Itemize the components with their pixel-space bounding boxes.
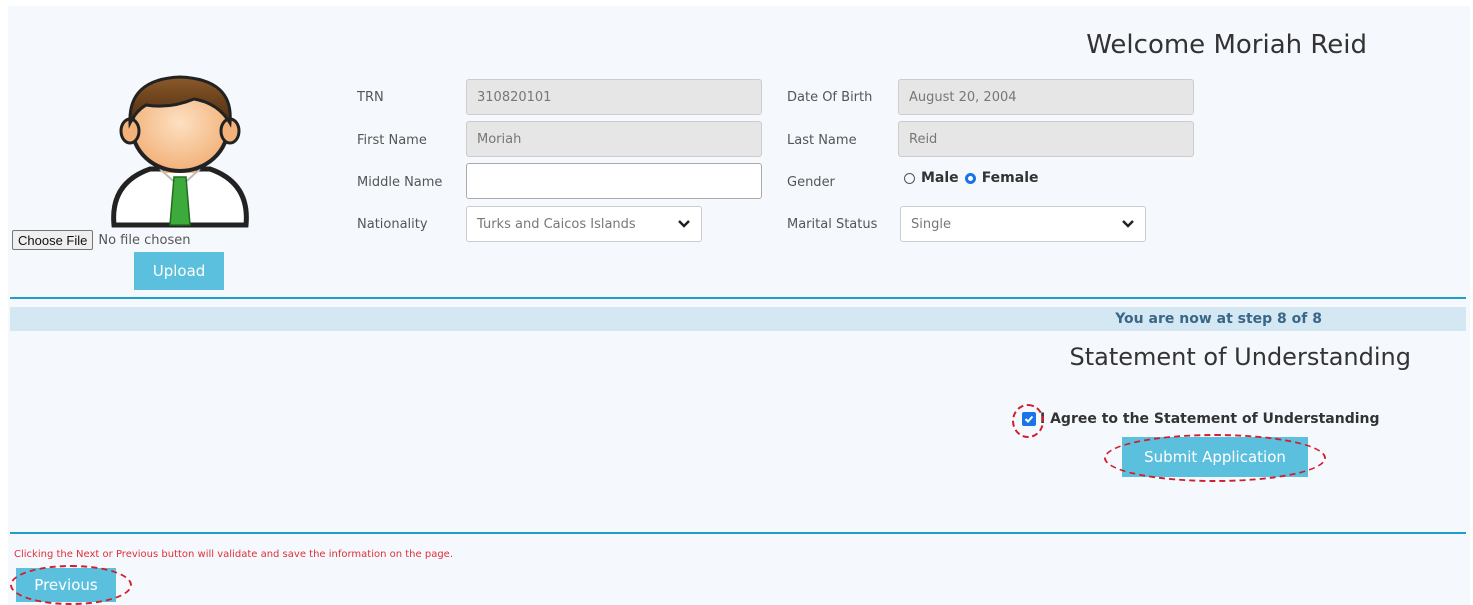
checkmark-icon bbox=[1024, 415, 1034, 423]
welcome-heading: Welcome Moriah Reid bbox=[1086, 30, 1367, 60]
gender-male-label: Male bbox=[921, 170, 959, 186]
step-progress-bar: You are now at step 8 of 8 bbox=[10, 307, 1466, 331]
nationality-label: Nationality bbox=[357, 217, 428, 232]
first-name-field[interactable]: Moriah bbox=[466, 121, 762, 157]
nationality-select[interactable]: Turks and Caicos Islands bbox=[466, 206, 702, 242]
no-file-text: No file chosen bbox=[98, 232, 191, 248]
marital-status-value: Single bbox=[911, 216, 951, 232]
choose-file-button[interactable]: Choose File bbox=[12, 230, 94, 250]
gender-male-radio[interactable] bbox=[904, 172, 915, 184]
trn-label: TRN bbox=[357, 90, 384, 105]
agree-checkbox[interactable] bbox=[1022, 412, 1036, 426]
step-indicator: You are now at step 8 of 8 bbox=[1115, 311, 1322, 327]
section-divider bbox=[10, 297, 1466, 299]
chevron-down-icon bbox=[678, 220, 690, 228]
gender-radio-group: Male Female bbox=[904, 170, 1039, 186]
agree-label: I Agree to the Statement of Understandin… bbox=[1040, 411, 1380, 427]
validation-note: Clicking the Next or Previous button wil… bbox=[14, 549, 454, 560]
middle-name-label: Middle Name bbox=[357, 175, 443, 190]
file-chooser: Choose File No file chosen bbox=[12, 230, 190, 250]
first-name-label: First Name bbox=[357, 133, 427, 148]
chevron-down-icon bbox=[1122, 220, 1134, 228]
gender-label: Gender bbox=[787, 175, 835, 190]
gender-female-label: Female bbox=[981, 170, 1039, 186]
statement-title: Statement of Understanding bbox=[1069, 343, 1411, 371]
agree-row: I Agree to the Statement of Understandin… bbox=[1022, 411, 1380, 427]
avatar-placeholder-icon bbox=[111, 75, 249, 228]
marital-status-select[interactable]: Single bbox=[900, 206, 1146, 242]
dob-field[interactable]: August 20, 2004 bbox=[898, 79, 1194, 115]
upload-button[interactable]: Upload bbox=[134, 252, 224, 290]
previous-button[interactable]: Previous bbox=[16, 568, 116, 602]
dob-label: Date Of Birth bbox=[787, 90, 873, 105]
footer-divider bbox=[10, 532, 1466, 534]
middle-name-input[interactable] bbox=[466, 163, 762, 199]
last-name-label: Last Name bbox=[787, 133, 857, 148]
nationality-value: Turks and Caicos Islands bbox=[477, 216, 636, 232]
marital-status-label: Marital Status bbox=[787, 217, 878, 232]
gender-female-radio[interactable] bbox=[964, 172, 976, 184]
last-name-field[interactable]: Reid bbox=[898, 121, 1194, 157]
submit-application-button[interactable]: Submit Application bbox=[1122, 437, 1308, 477]
trn-field[interactable]: 310820101 bbox=[466, 79, 762, 115]
